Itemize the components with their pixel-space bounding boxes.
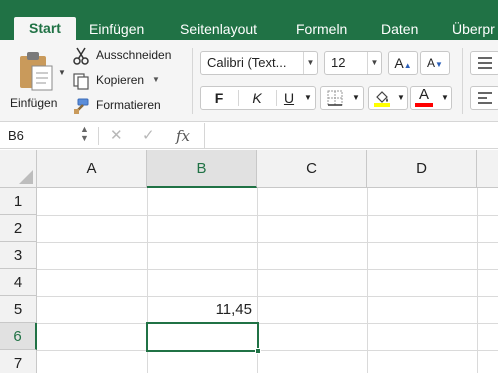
name-box-stepper-icon[interactable]: ▲ ▼	[80, 125, 89, 143]
italic-button[interactable]: K	[239, 87, 275, 109]
copy-icon	[73, 73, 89, 90]
formula-separator	[98, 127, 99, 145]
align-left-icon	[478, 92, 492, 104]
column-header-d[interactable]: D	[367, 150, 477, 188]
font-color-swatch	[415, 103, 433, 107]
ribbon-tab-bar: Start Einfügen Seitenlayout Formeln Date…	[0, 0, 498, 40]
gridline	[37, 296, 498, 297]
gridline	[37, 323, 498, 324]
format-painter-button[interactable]: Formatieren	[72, 95, 172, 115]
increase-font-label: A	[394, 55, 404, 71]
font-size-select[interactable]: 12 ▼	[324, 51, 382, 75]
fill-color-button[interactable]: ▼	[368, 86, 408, 110]
column-header-b[interactable]: B	[147, 150, 257, 188]
cut-label: Ausschneiden	[96, 48, 172, 62]
format-painter-icon	[74, 98, 89, 114]
cancel-icon[interactable]: ✕	[110, 125, 123, 147]
arrow-down-icon: ▼	[435, 60, 443, 69]
column-header-c[interactable]: C	[257, 150, 367, 188]
align-menu-button[interactable]	[470, 51, 498, 75]
tab-einfuegen[interactable]: Einfügen	[89, 18, 144, 40]
tab-daten[interactable]: Daten	[381, 18, 418, 40]
selected-cell-b6[interactable]	[146, 322, 261, 354]
text-style-group: F K U ▼	[200, 86, 316, 110]
cut-button[interactable]: Ausschneiden	[72, 45, 182, 65]
underline-dropdown-icon[interactable]: ▼	[301, 87, 315, 109]
bold-button[interactable]: F	[201, 87, 237, 109]
row-header-2[interactable]: 2	[0, 215, 37, 242]
copy-label: Kopieren	[96, 73, 145, 87]
ribbon-start: ▼ Einfügen Ausschneiden Kopieren ▼ Forma…	[0, 40, 498, 122]
formula-input[interactable]	[204, 123, 498, 148]
gridline	[37, 269, 498, 270]
format-painter-label: Formatieren	[96, 98, 161, 112]
paste-dropdown-icon[interactable]: ▼	[58, 68, 66, 77]
increase-font-size-button[interactable]: A▲	[388, 51, 418, 75]
tab-ueberpruefen[interactable]: Überpr	[452, 18, 495, 40]
row-header-5[interactable]: 5	[0, 296, 37, 323]
fill-bucket-icon	[374, 91, 390, 107]
borders-icon	[327, 90, 343, 106]
fx-icon[interactable]: fx	[176, 125, 190, 147]
tab-seitenlayout[interactable]: Seitenlayout	[180, 18, 257, 40]
gridline	[37, 215, 498, 216]
fill-color-swatch	[374, 103, 390, 107]
select-all-icon	[19, 170, 33, 184]
align-icon	[478, 57, 492, 69]
paste-label: Einfügen	[10, 96, 58, 110]
worksheet-grid: A B C D 1 2 3 4 5 6 7 11,45	[0, 150, 498, 373]
font-name-select[interactable]: Calibri (Text... ▼	[200, 51, 318, 75]
select-all-button[interactable]	[0, 150, 37, 188]
row-header-6[interactable]: 6	[0, 323, 37, 350]
font-name-value: Calibri (Text...	[207, 55, 287, 70]
cell-b5[interactable]: 11,45	[148, 296, 256, 323]
paste-button[interactable]: ▼ Einfügen	[6, 46, 66, 116]
underline-button[interactable]: U	[277, 87, 301, 109]
arrow-up-icon: ▲	[403, 61, 412, 70]
copy-button[interactable]: Kopieren ▼	[72, 70, 167, 90]
chevron-down-icon[interactable]: ▼	[367, 52, 381, 74]
font-color-button[interactable]: A ▼	[410, 86, 452, 110]
formula-bar: B6 ▲ ▼ ✕ ✓ fx	[0, 123, 498, 149]
font-color-swatch-icon	[415, 103, 433, 107]
row-header-4[interactable]: 4	[0, 269, 37, 296]
confirm-icon[interactable]: ✓	[142, 125, 155, 147]
align-left-button[interactable]	[470, 86, 498, 110]
copy-dropdown-icon[interactable]: ▼	[152, 70, 160, 90]
column-header-a[interactable]: A	[37, 150, 147, 188]
ribbon-separator	[462, 48, 463, 114]
tab-formeln[interactable]: Formeln	[296, 18, 347, 40]
row-header-7[interactable]: 7	[0, 350, 37, 373]
decrease-font-label: A	[427, 56, 436, 70]
font-color-dropdown-icon[interactable]: ▼	[439, 87, 451, 109]
fill-dropdown-icon[interactable]: ▼	[395, 87, 407, 109]
ribbon-separator	[192, 48, 193, 114]
gridline	[37, 350, 498, 351]
column-header-e[interactable]	[477, 150, 498, 188]
scissors-icon	[73, 47, 89, 65]
row-header-3[interactable]: 3	[0, 242, 37, 269]
row-header-1[interactable]: 1	[0, 188, 37, 215]
paste-icon	[20, 52, 53, 91]
gridline	[37, 242, 498, 243]
font-size-value: 12	[331, 55, 346, 70]
fill-handle[interactable]	[255, 348, 261, 354]
borders-dropdown-icon[interactable]: ▼	[349, 87, 363, 109]
borders-button[interactable]: ▼	[320, 86, 364, 110]
chevron-down-icon[interactable]: ▼	[303, 52, 317, 74]
decrease-font-size-button[interactable]: A▼	[420, 51, 450, 75]
tab-start[interactable]: Start	[14, 17, 76, 40]
